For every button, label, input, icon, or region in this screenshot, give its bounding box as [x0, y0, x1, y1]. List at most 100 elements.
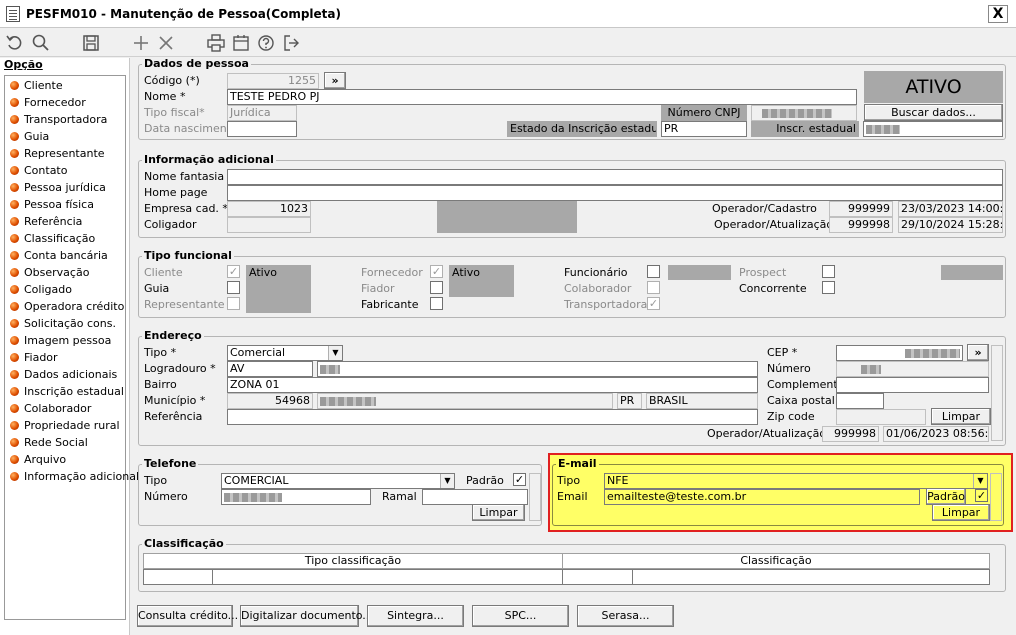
chevron-down-icon[interactable]: ▼ — [328, 346, 342, 360]
logradouro-field[interactable] — [317, 361, 758, 377]
inscricao-estadual-field[interactable] — [863, 121, 1003, 137]
classificacao-cell[interactable] — [632, 569, 990, 585]
transportadora-checkbox[interactable]: ✓ — [647, 297, 660, 310]
sidebar-item[interactable]: Inscrição estadual — [10, 383, 124, 399]
sidebar-item[interactable]: Imagem pessoa — [10, 332, 111, 348]
nome-field[interactable]: TESTE PEDRO PJ — [227, 89, 857, 105]
cep-lookup-button[interactable]: » — [967, 344, 989, 361]
codigo-lookup-button[interactable]: » — [324, 72, 346, 89]
sidebar-item[interactable]: Referência — [10, 213, 82, 229]
sidebar-item[interactable]: Classificação — [10, 230, 95, 246]
calendar-icon[interactable] — [231, 33, 251, 53]
coligador-field[interactable] — [227, 217, 311, 233]
sidebar-item[interactable]: Transportadora — [10, 111, 107, 127]
sidebar-item[interactable]: Representante — [10, 145, 105, 161]
digitalizar-documento-button[interactable]: Digitalizar documento... — [240, 605, 373, 627]
classificacao-cell[interactable] — [212, 569, 563, 585]
complemento-field[interactable] — [836, 377, 989, 393]
email-padrao-button[interactable]: Padrão — [926, 488, 966, 505]
endereco-tipo-select[interactable]: Comercial — [227, 345, 343, 361]
zip-code-field[interactable] — [836, 409, 926, 425]
colaborador-checkbox[interactable] — [647, 281, 660, 294]
sintegra-button[interactable]: Sintegra... — [367, 605, 464, 627]
sidebar-item[interactable]: Fornecedor — [10, 94, 86, 110]
funcionario-checkbox[interactable] — [647, 265, 660, 278]
endereco-limpar-button[interactable]: Limpar — [931, 408, 991, 425]
email-padrao-checkbox[interactable]: ✓ — [975, 489, 988, 502]
classificacao-cell[interactable] — [562, 569, 633, 585]
delete-icon[interactable] — [156, 33, 176, 53]
print-icon[interactable] — [206, 33, 226, 53]
representante-checkbox[interactable] — [227, 297, 240, 310]
endereco-scrollbar[interactable] — [991, 345, 1003, 441]
tipo-classificacao-header[interactable]: Tipo classificação — [143, 553, 563, 569]
sidebar-item[interactable]: Cliente — [10, 77, 63, 93]
sidebar-item[interactable]: Arquivo — [10, 451, 66, 467]
fiador-checkbox[interactable] — [430, 281, 443, 294]
search-icon[interactable] — [31, 33, 51, 53]
consulta-credito-button[interactable]: Consulta crédito... — [137, 605, 238, 627]
empresa-field[interactable]: 1023 — [227, 201, 311, 217]
classificacao-cell[interactable] — [143, 569, 213, 585]
email-limpar-button[interactable]: Limpar — [932, 504, 990, 521]
data-nascimento-field[interactable] — [227, 121, 297, 137]
codigo-field[interactable]: 1255 — [227, 73, 319, 89]
sidebar-item[interactable]: Coligado — [10, 281, 72, 297]
home-page-field[interactable] — [227, 185, 1003, 201]
add-icon[interactable] — [131, 33, 151, 53]
email-field[interactable]: emailteste@teste.com.br — [604, 489, 920, 505]
classificacao-header[interactable]: Classificação — [562, 553, 990, 569]
cep-field[interactable] — [836, 345, 963, 361]
sidebar-item[interactable]: Guia — [10, 128, 49, 144]
telefone-tipo-select[interactable]: COMERCIAL — [221, 473, 455, 489]
sidebar-item[interactable]: Propriedade rural — [10, 417, 120, 433]
sidebar-item[interactable]: Colaborador — [10, 400, 91, 416]
close-button[interactable]: X — [988, 5, 1008, 23]
buscar-dados-button[interactable]: Buscar dados... — [864, 104, 1003, 121]
sidebar-item[interactable]: Informação adicional — [10, 468, 139, 484]
email-tipo-select[interactable]: NFE — [604, 473, 988, 489]
cliente-checkbox[interactable]: ✓ — [227, 265, 240, 278]
spc-button[interactable]: SPC... — [472, 605, 569, 627]
sidebar-item[interactable]: Conta bancária — [10, 247, 108, 263]
concorrente-checkbox[interactable] — [822, 281, 835, 294]
telefone-padrao-checkbox[interactable]: ✓ — [513, 473, 526, 486]
undo-icon[interactable] — [5, 33, 25, 53]
email-tipo-label: Tipo — [557, 474, 581, 487]
estado-inscricao-field[interactable]: PR — [661, 121, 747, 137]
chevron-down-icon[interactable]: ▼ — [440, 474, 454, 488]
telefone-limpar-button[interactable]: Limpar — [472, 504, 525, 521]
sidebar-item[interactable]: Observação — [10, 264, 89, 280]
telefone-scrollbar[interactable] — [529, 473, 541, 521]
ramal-field[interactable] — [422, 489, 528, 505]
caixa-postal-field[interactable] — [836, 393, 884, 409]
exit-icon[interactable] — [281, 33, 301, 53]
cnpj-field[interactable] — [751, 105, 857, 121]
numero-field[interactable] — [836, 361, 989, 377]
sidebar-item[interactable]: Contato — [10, 162, 67, 178]
serasa-button[interactable]: Serasa... — [577, 605, 674, 627]
telefone-numero-field[interactable] — [221, 489, 371, 505]
save-icon[interactable] — [81, 33, 101, 53]
municipio-code-field[interactable]: 54968 — [227, 393, 313, 409]
sidebar-item[interactable]: Solicitação cons. — [10, 315, 116, 331]
guia-checkbox[interactable] — [227, 281, 240, 294]
fornecedor-checkbox[interactable]: ✓ — [430, 265, 443, 278]
sidebar-item[interactable]: Dados adicionais — [10, 366, 117, 382]
email-scrollbar[interactable] — [990, 473, 1002, 521]
chevron-down-icon[interactable]: ▼ — [973, 474, 987, 488]
tipo-fiscal-select[interactable]: Jurídica — [227, 105, 297, 121]
help-icon[interactable] — [256, 33, 276, 53]
nome-fantasia-field[interactable] — [227, 169, 1003, 185]
option-list[interactable]: Cliente Fornecedor Transportadora Guia Repre… — [4, 75, 139, 620]
sidebar-item[interactable]: Operadora crédito — [10, 298, 124, 314]
sidebar-item[interactable]: Pessoa jurídica — [10, 179, 106, 195]
fabricante-checkbox[interactable] — [430, 297, 443, 310]
logradouro-tipo-field[interactable]: AV — [227, 361, 313, 377]
referencia-field[interactable] — [227, 409, 758, 425]
sidebar-item[interactable]: Fiador — [10, 349, 58, 365]
sidebar-item[interactable]: Rede Social — [10, 434, 88, 450]
sidebar-item[interactable]: Pessoa física — [10, 196, 94, 212]
bairro-field[interactable]: ZONA 01 — [227, 377, 758, 393]
prospect-checkbox[interactable] — [822, 265, 835, 278]
